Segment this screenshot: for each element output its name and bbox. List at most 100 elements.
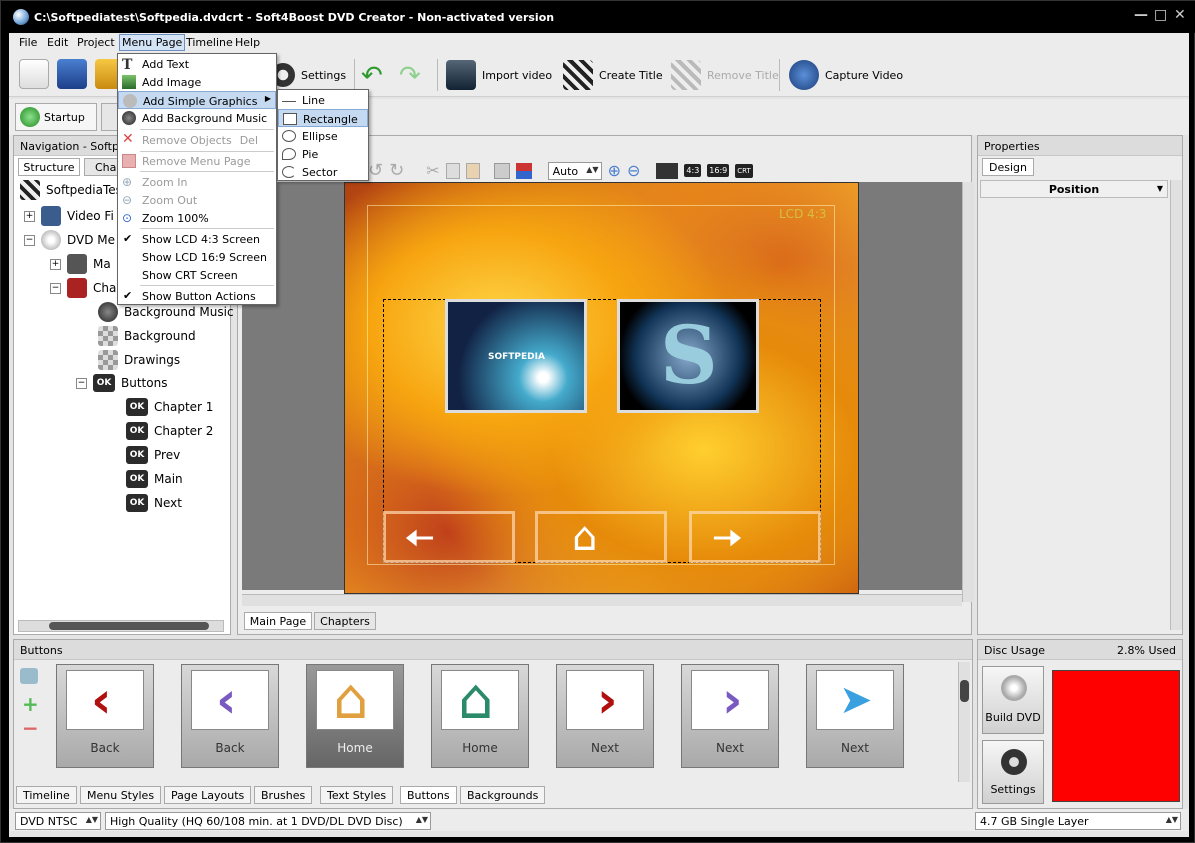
add-icon[interactable]: + bbox=[22, 692, 39, 716]
maximize-icon[interactable]: □ bbox=[1154, 7, 1167, 23]
tree-background-music[interactable]: Background Music bbox=[98, 302, 234, 322]
menu-page-preview[interactable]: LCD 4:3 SOFTPEDIA S 🠤 ⌂ 🠦 bbox=[344, 182, 859, 594]
scrollbar-thumb[interactable] bbox=[960, 680, 969, 702]
tree-buttons[interactable]: − OK Buttons bbox=[76, 374, 167, 392]
button-style-tile[interactable]: ‹ Back bbox=[56, 664, 154, 768]
tree-root[interactable]: SoftpediaTes bbox=[20, 180, 122, 200]
tree-drawings[interactable]: Drawings bbox=[98, 350, 180, 370]
next-button[interactable]: 🠦 bbox=[689, 511, 821, 563]
expand-icon[interactable]: + bbox=[24, 210, 35, 222]
menu-project[interactable]: Project bbox=[77, 36, 115, 49]
show-button-actions-item[interactable]: ✔ Show Button Actions bbox=[118, 287, 276, 305]
zoom-select[interactable]: Auto ▲▼ bbox=[547, 161, 602, 180]
quality-select[interactable]: High Quality (HQ 60/108 min. at 1 DVD/DL… bbox=[105, 812, 431, 830]
import-video-button[interactable]: Import video bbox=[446, 59, 552, 91]
monitor-icon[interactable] bbox=[656, 162, 679, 179]
tab-backgrounds[interactable]: Backgrounds bbox=[460, 786, 546, 804]
tab-design[interactable]: Design bbox=[982, 158, 1034, 176]
tree-button-prev[interactable]: OK Prev bbox=[126, 446, 180, 464]
tree-button-chapter1[interactable]: OK Chapter 1 bbox=[126, 398, 213, 416]
nav-horizontal-scrollbar[interactable] bbox=[18, 620, 224, 632]
video-format-select[interactable]: DVD NTSC ▲▼ bbox=[15, 812, 101, 830]
tab-structure[interactable]: Structure bbox=[18, 158, 80, 176]
tab-main-page[interactable]: Main Page bbox=[244, 612, 312, 630]
expand-icon[interactable]: + bbox=[50, 258, 61, 270]
line-item[interactable]: Line bbox=[278, 91, 368, 109]
tab-brushes[interactable]: Brushes bbox=[254, 786, 313, 804]
redo-icon[interactable]: ↷ bbox=[399, 61, 421, 91]
capture-video-button[interactable]: Capture Video bbox=[789, 59, 903, 91]
zoom-out-icon[interactable]: ⊖ bbox=[627, 161, 640, 180]
tree-chapters-page[interactable]: − Cha bbox=[50, 278, 116, 298]
ellipse-item[interactable]: Ellipse bbox=[278, 127, 368, 145]
button-style-tile-selected[interactable]: ⌂ Home bbox=[306, 664, 404, 768]
zoom-in-icon[interactable]: ⊕ bbox=[608, 161, 621, 180]
canvas-vertical-scrollbar[interactable] bbox=[962, 182, 974, 602]
disc-type-select[interactable]: 4.7 GB Single Layer ▲▼ bbox=[975, 812, 1181, 830]
buttons-scrollbar[interactable] bbox=[958, 662, 970, 782]
tree-button-next[interactable]: OK Next bbox=[126, 494, 182, 512]
prev-button[interactable]: 🠤 bbox=[383, 511, 515, 563]
tab-timeline[interactable]: Timeline bbox=[16, 786, 77, 804]
rectangle-item[interactable]: Rectangle bbox=[278, 109, 368, 127]
new-project-icon[interactable] bbox=[19, 59, 49, 89]
close-icon[interactable]: ✕ bbox=[1174, 7, 1186, 23]
create-title-button[interactable]: Create Title bbox=[563, 59, 663, 91]
build-dvd-button[interactable]: Build DVD bbox=[982, 666, 1044, 734]
button-style-tile[interactable]: ‹ Back bbox=[181, 664, 279, 768]
crt-toggle[interactable]: CRT bbox=[735, 163, 753, 178]
menu-file[interactable]: File bbox=[19, 36, 37, 49]
add-simple-graphics-item[interactable]: Add Simple Graphics ▶ bbox=[118, 91, 276, 109]
button-style-tile[interactable]: ⌂ Home bbox=[431, 664, 529, 768]
button-style-tile[interactable]: › Next bbox=[556, 664, 654, 768]
zoom-100-item[interactable]: ⊙ Zoom 100% bbox=[118, 209, 276, 227]
tab-page-layouts[interactable]: Page Layouts bbox=[164, 786, 252, 804]
menu-edit[interactable]: Edit bbox=[47, 36, 68, 49]
copy-icon[interactable] bbox=[445, 162, 460, 179]
pie-item[interactable]: Pie bbox=[278, 145, 368, 163]
lcd169-toggle[interactable]: 16:9 bbox=[707, 164, 730, 177]
main-button[interactable]: ⌂ bbox=[535, 511, 667, 563]
tab-startup[interactable]: Startup bbox=[15, 103, 97, 131]
scrollbar-thumb[interactable] bbox=[49, 622, 209, 630]
disc-settings-button[interactable]: Settings bbox=[982, 740, 1044, 804]
collapse-icon[interactable]: − bbox=[76, 377, 87, 389]
menu-timeline[interactable]: Timeline bbox=[186, 36, 233, 49]
tree-background[interactable]: Background bbox=[98, 326, 196, 346]
tree-video-files[interactable]: + Video Fi bbox=[24, 206, 114, 226]
tree-button-main[interactable]: OK Main bbox=[126, 470, 183, 488]
show-lcd43-item[interactable]: ✔ Show LCD 4:3 Screen bbox=[118, 230, 276, 248]
tree-main-page[interactable]: + Ma bbox=[50, 254, 111, 274]
tab-menu-styles[interactable]: Menu Styles bbox=[80, 786, 162, 804]
properties-scrollbar[interactable] bbox=[1170, 180, 1182, 630]
button-style-tile[interactable]: ➤ Next bbox=[806, 664, 904, 768]
collapse-icon[interactable]: − bbox=[50, 282, 61, 294]
lcd43-toggle[interactable]: 4:3 bbox=[684, 164, 702, 177]
menu-help[interactable]: Help bbox=[235, 36, 260, 49]
layer-order-icon[interactable] bbox=[493, 162, 510, 179]
tab-buttons[interactable]: Buttons bbox=[400, 786, 457, 804]
rotate-left-icon[interactable]: ↺ bbox=[368, 160, 383, 181]
chapter1-thumbnail[interactable]: SOFTPEDIA bbox=[445, 299, 587, 413]
settings-button[interactable]: Settings bbox=[271, 59, 346, 91]
tab-chapters-page[interactable]: Chapters bbox=[314, 612, 376, 630]
chapter2-thumbnail[interactable]: S bbox=[617, 299, 759, 413]
undo-icon[interactable]: ↶ bbox=[361, 61, 383, 91]
add-image-item[interactable]: Add Image bbox=[118, 73, 276, 91]
position-section[interactable]: Position ▼ bbox=[980, 180, 1168, 198]
canvas-horizontal-scrollbar[interactable] bbox=[242, 594, 962, 606]
minimize-icon[interactable]: — bbox=[1134, 7, 1148, 23]
remove-icon[interactable]: − bbox=[22, 716, 39, 740]
tab-text-styles[interactable]: Text Styles bbox=[320, 786, 394, 804]
cut-icon[interactable]: ✂ bbox=[426, 161, 439, 180]
import-button-icon[interactable] bbox=[20, 668, 38, 684]
tree-button-chapter2[interactable]: OK Chapter 2 bbox=[126, 422, 213, 440]
rotate-right-icon[interactable]: ↻ bbox=[389, 160, 404, 181]
align-icon[interactable] bbox=[515, 162, 532, 179]
button-style-tile[interactable]: › Next bbox=[681, 664, 779, 768]
add-background-music-item[interactable]: Add Background Music bbox=[118, 109, 276, 127]
add-text-item[interactable]: T Add Text bbox=[118, 55, 276, 73]
menu-menu-page[interactable]: Menu Page bbox=[119, 34, 186, 51]
tree-dvd-menu[interactable]: − DVD Me bbox=[24, 230, 115, 250]
save-icon[interactable] bbox=[57, 59, 87, 89]
